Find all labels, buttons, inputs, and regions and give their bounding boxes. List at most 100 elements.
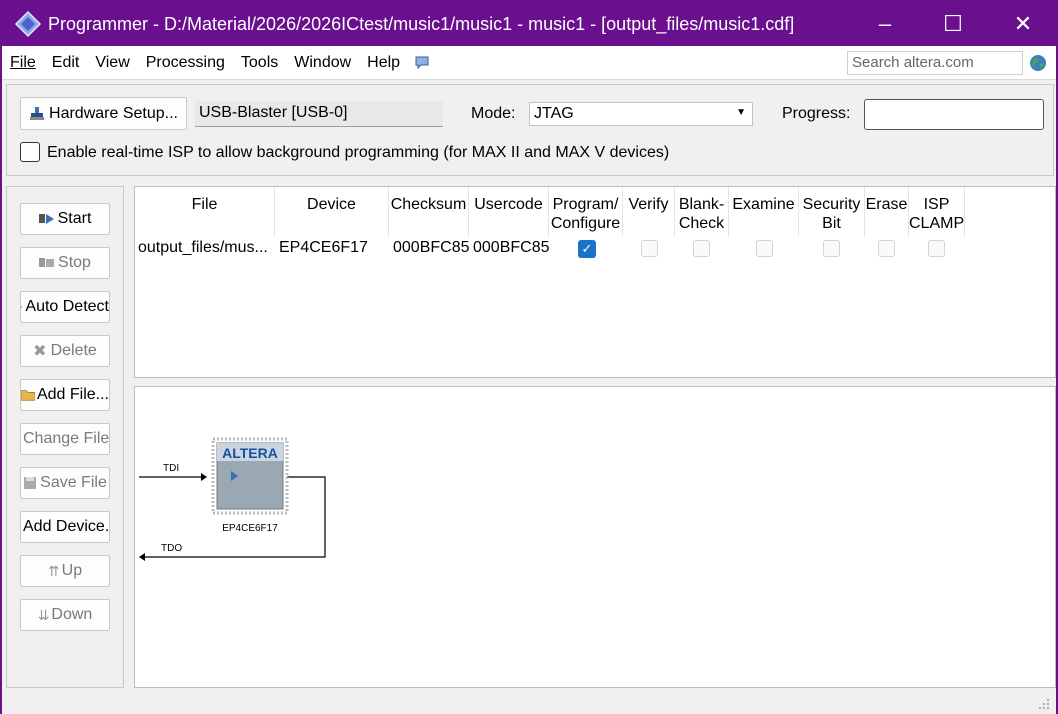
chevron-down-icon: ▼ (736, 107, 746, 118)
col-header-isp-line2: CLAMP (909, 215, 965, 232)
examine-checkbox[interactable] (756, 240, 773, 257)
row-usercode: 000BFC85 (473, 239, 550, 256)
col-header-program-configure[interactable]: Program/Configure (549, 187, 623, 237)
checkmark-icon: ✓ (581, 241, 593, 256)
verify-checkbox[interactable] (641, 240, 658, 257)
mode-label: Mode: (471, 105, 516, 122)
menu-file[interactable]: File (2, 54, 44, 72)
col-header-security-bit[interactable]: Security Bit (799, 187, 865, 237)
col-header-erase-label: Erase (865, 196, 908, 213)
hardware-setup-button[interactable]: Hardware Setup... (20, 97, 187, 130)
col-header-usercode-label: Usercode (474, 196, 543, 213)
stop-icon (39, 258, 55, 267)
start-button[interactable]: Start (20, 203, 110, 235)
blank-check-checkbox[interactable] (693, 240, 710, 257)
menu-window[interactable]: Window (286, 54, 359, 72)
jtag-chain-svg: TDI TDO ALTERA EP4CE6F17 (139, 437, 326, 561)
col-header-program-line2: Configure (550, 215, 621, 232)
isp-checkbox[interactable] (20, 142, 40, 162)
add-file-label: Add File... (36, 386, 109, 403)
close-icon: ✕ (1013, 11, 1033, 36)
hardware-value: USB-Blaster [USB-0] (195, 101, 443, 127)
change-file-button[interactable]: Change File... (20, 423, 110, 455)
search-input[interactable]: Search altera.com (847, 51, 1023, 75)
program-configure-checkbox[interactable]: ✓ (578, 240, 596, 258)
device-table: File Device Checksum Usercode Program/Co… (134, 186, 1056, 378)
save-file-label: Save File (40, 474, 107, 491)
col-header-verify-label: Verify (628, 196, 669, 213)
chip-icon: ALTERA (211, 437, 289, 515)
auto-detect-label: Auto Detect (25, 298, 109, 315)
erase-checkbox[interactable] (878, 240, 895, 257)
tdi-label: TDI (163, 463, 179, 474)
row-file: output_files/mus... (138, 239, 268, 256)
chip-logo-text: ALTERA (222, 445, 278, 461)
col-header-file[interactable]: File (135, 187, 275, 237)
stop-label: Stop (58, 254, 91, 271)
globe-icon[interactable] (1029, 54, 1047, 72)
tdi-arrow-icon (201, 473, 207, 481)
stop-button[interactable]: Stop (20, 247, 110, 279)
col-header-program-line1: Program/ (552, 196, 619, 213)
up-button[interactable]: ⇈ Up (20, 555, 110, 587)
hardware-setup-label: Hardware Setup... (49, 104, 178, 122)
col-header-verify[interactable]: Verify (623, 187, 675, 237)
play-icon (38, 214, 54, 224)
add-file-button[interactable]: Add File... (20, 379, 110, 411)
mode-select[interactable]: JTAG ▼ (529, 102, 753, 126)
chip-device-label: EP4CE6F17 (222, 523, 278, 534)
progress-bar (864, 99, 1044, 130)
row-checksum: 000BFC85 (393, 239, 470, 256)
col-header-examine-label: Examine (732, 196, 795, 213)
title-bar: Programmer - D:/Material/2026/2026ICtest… (2, 2, 1056, 46)
menu-processing[interactable]: Processing (138, 54, 233, 72)
action-sidebar: Start Stop Auto Detect ✖ Delete Add File… (6, 186, 124, 688)
mode-value: JTAG (534, 105, 574, 122)
programmer-window: Programmer - D:/Material/2026/2026ICtest… (0, 0, 1058, 714)
col-header-security-line2: Bit (822, 215, 841, 232)
auto-detect-button[interactable]: Auto Detect (20, 291, 110, 323)
col-header-blank-line1: Blank- (678, 196, 725, 213)
tdo-arrow-icon (139, 553, 145, 561)
security-bit-checkbox[interactable] (823, 240, 840, 257)
down-label: Down (51, 606, 93, 623)
resize-grip-icon[interactable] (1038, 698, 1050, 710)
minimize-button[interactable]: – (850, 2, 920, 46)
isp-clamp-checkbox[interactable] (928, 240, 945, 257)
up-label: Up (61, 562, 83, 579)
menu-help[interactable]: Help (359, 54, 408, 72)
menu-file-label: File (10, 53, 36, 71)
delete-button[interactable]: ✖ Delete (20, 335, 110, 367)
folder-icon (21, 390, 35, 401)
help-balloon-icon[interactable] (414, 56, 430, 70)
maximize-icon: ☐ (943, 11, 963, 36)
auto-detect-icon (21, 306, 23, 308)
col-header-examine[interactable]: Examine (729, 187, 799, 237)
col-header-device-label: Device (307, 196, 356, 213)
col-header-file-label: File (191, 196, 218, 213)
col-header-security-line1: Security (802, 196, 861, 213)
col-header-erase[interactable]: Erase (865, 187, 909, 237)
window-title: Programmer - D:/Material/2026/2026ICtest… (48, 13, 795, 34)
col-header-usercode[interactable]: Usercode (469, 187, 549, 237)
menu-view[interactable]: View (87, 54, 137, 72)
col-header-isp-clamp[interactable]: ISP CLAMP (909, 187, 965, 237)
add-device-button[interactable]: Add Device... (20, 511, 110, 543)
menu-tools[interactable]: Tools (233, 54, 286, 72)
col-header-checksum[interactable]: Checksum (389, 187, 469, 237)
menu-edit[interactable]: Edit (44, 54, 88, 72)
down-button[interactable]: ⇊ Down (20, 599, 110, 631)
save-icon (24, 477, 37, 489)
col-header-blank-check[interactable]: Blank- Check (675, 187, 729, 237)
start-label: Start (57, 210, 92, 227)
close-button[interactable]: ✕ (988, 2, 1058, 46)
down-icon: ⇊ (37, 606, 50, 623)
row-device: EP4CE6F17 (279, 239, 368, 256)
maximize-button[interactable]: ☐ (918, 2, 988, 46)
hardware-panel: Hardware Setup... USB-Blaster [USB-0] Mo… (6, 84, 1054, 176)
isp-label: Enable real-time ISP to allow background… (47, 144, 670, 161)
status-bar (2, 692, 1056, 714)
save-file-button[interactable]: Save File (20, 467, 110, 499)
col-header-device[interactable]: Device (275, 187, 389, 237)
delete-icon: ✖ (33, 343, 47, 360)
